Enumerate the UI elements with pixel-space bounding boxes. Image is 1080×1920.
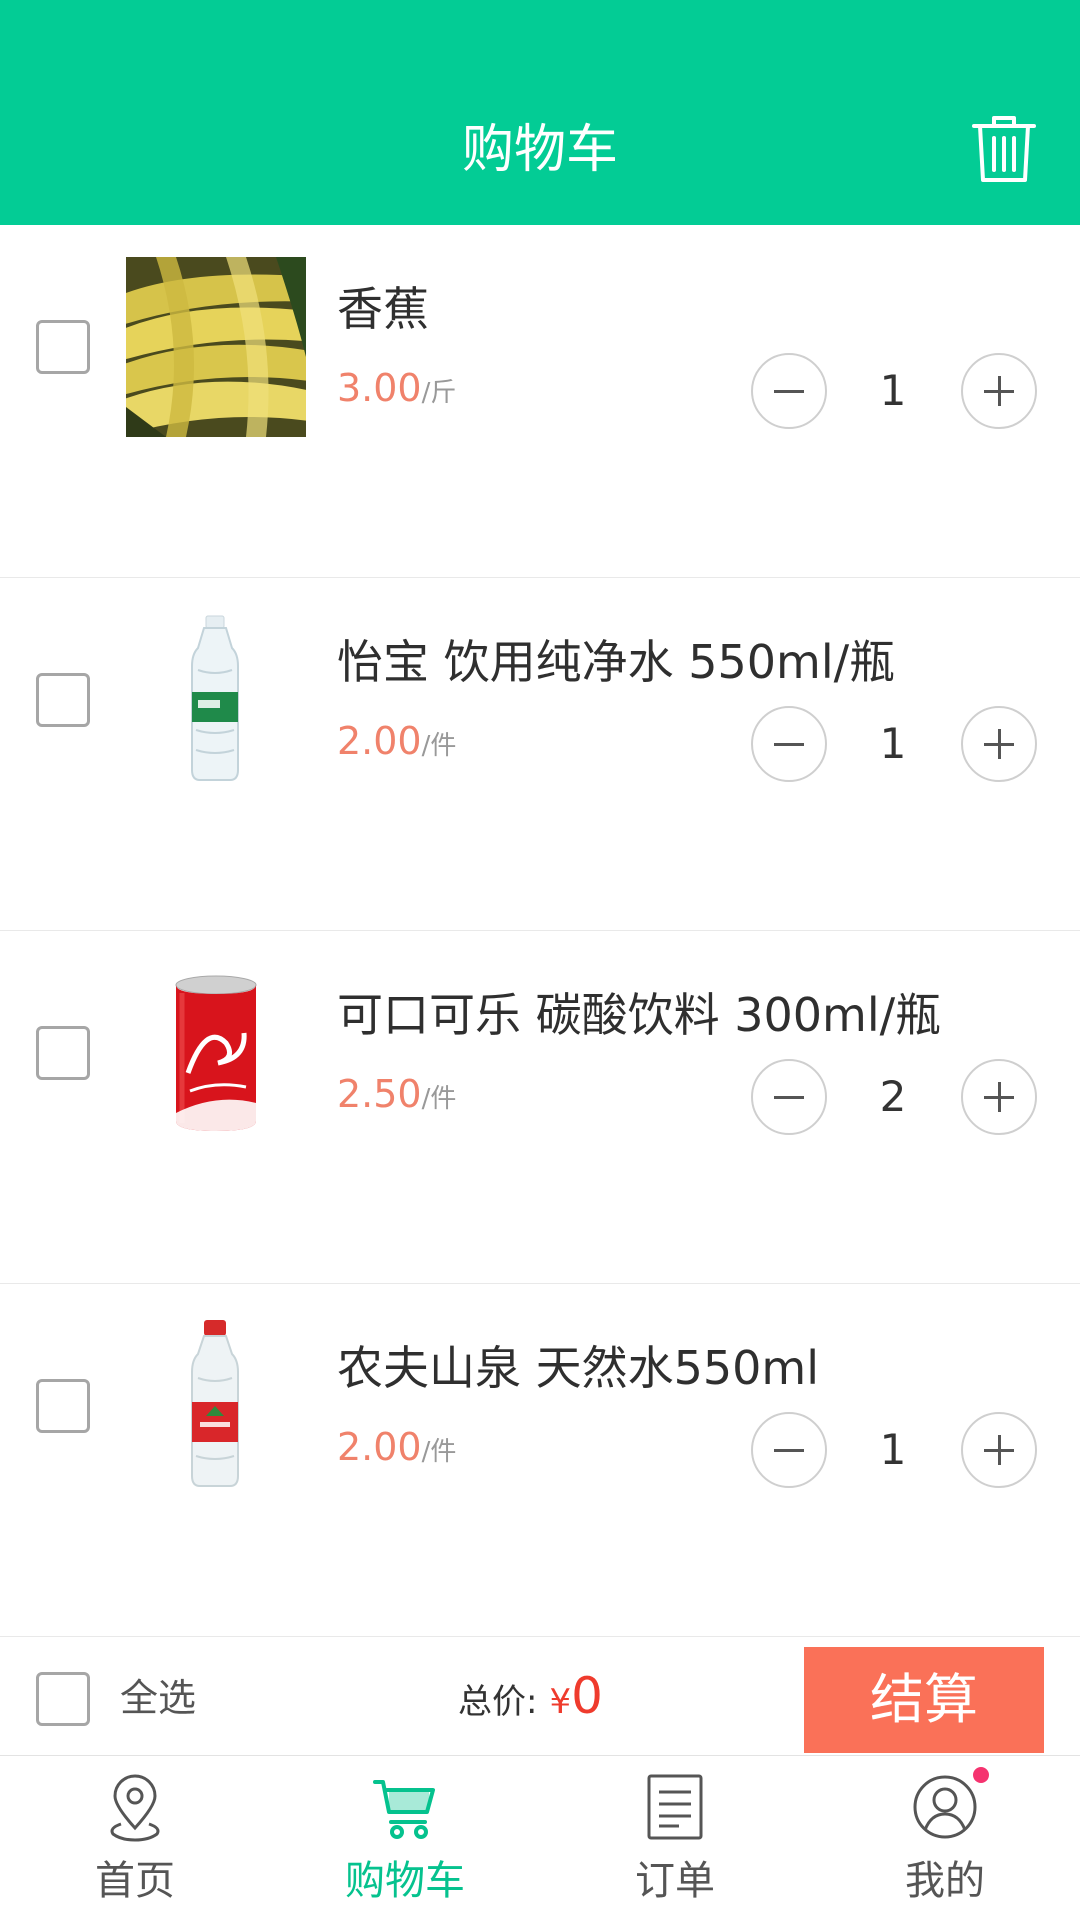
select-all-label[interactable]: 全选 (120, 1673, 196, 1723)
total-price: 总价: ¥0 (458, 1667, 603, 1725)
cart-screen: 购物车 香蕉 3.00/斤 1 怡宝 饮用纯净水 550ml/瓶 2.00/件 … (0, 0, 1080, 1920)
increase-quantity-button[interactable] (961, 1412, 1037, 1488)
price-row: 3.00/斤 (337, 363, 456, 421)
product-image-banana[interactable] (126, 257, 306, 437)
cart-icon (373, 1780, 435, 1839)
increase-quantity-button[interactable] (961, 353, 1037, 429)
delete-button[interactable] (970, 112, 1038, 184)
increase-quantity-button[interactable] (961, 706, 1037, 782)
tab-orders[interactable]: 订单 (540, 1756, 810, 1920)
product-name[interactable]: 可口可乐 碳酸饮料 300ml/瓶 (337, 985, 941, 1045)
tab-label: 购物车 (345, 1858, 465, 1904)
order-list-icon (647, 1774, 703, 1840)
cart-item: 怡宝 饮用纯净水 550ml/瓶 2.00/件 1 (0, 578, 1080, 931)
tab-label: 订单 (635, 1858, 715, 1904)
item-checkbox[interactable] (36, 673, 90, 727)
decrease-quantity-button[interactable] (751, 1412, 827, 1488)
product-name[interactable]: 农夫山泉 天然水550ml (337, 1338, 819, 1398)
tab-cart[interactable]: 购物车 (270, 1756, 540, 1920)
cart-item: 可口可乐 碳酸饮料 300ml/瓶 2.50/件 2 (0, 931, 1080, 1284)
quantity-value: 1 (879, 719, 907, 768)
tab-label: 首页 (95, 1858, 175, 1904)
price-row: 2.50/件 (337, 1069, 456, 1127)
select-all-checkbox[interactable] (36, 1672, 90, 1726)
item-checkbox[interactable] (36, 1026, 90, 1080)
decrease-quantity-button[interactable] (751, 706, 827, 782)
quantity-value: 1 (879, 1425, 907, 1474)
checkout-button[interactable]: 结算 (804, 1647, 1044, 1753)
price-row: 2.00/件 (337, 1422, 456, 1480)
quantity-value: 1 (879, 366, 907, 415)
tab-profile[interactable]: 我的 (810, 1756, 1080, 1920)
product-price: 3.00 (337, 366, 422, 410)
currency-symbol: ¥ (549, 1682, 572, 1722)
trash-icon (972, 116, 1036, 182)
tab-home[interactable]: 首页 (0, 1756, 270, 1920)
cart-item: 农夫山泉 天然水550ml 2.00/件 1 (0, 1284, 1080, 1637)
price-unit: /件 (421, 1084, 457, 1114)
product-price: 2.00 (337, 1425, 422, 1469)
quantity-value: 2 (879, 1072, 907, 1121)
page-title: 购物车 (461, 120, 618, 180)
product-image-water-bottle-red[interactable] (126, 1316, 306, 1496)
product-image-cola-can[interactable] (126, 963, 306, 1143)
checkout-bar: 全选 总价: ¥0 结算 (0, 1647, 1080, 1755)
header-bar: 购物车 (0, 0, 1080, 225)
location-pin-icon (110, 1774, 160, 1842)
cart-list: 香蕉 3.00/斤 1 怡宝 饮用纯净水 550ml/瓶 2.00/件 1 可口… (0, 225, 1080, 1637)
item-checkbox[interactable] (36, 1379, 90, 1433)
user-icon (913, 1775, 977, 1839)
tab-label: 我的 (905, 1858, 985, 1904)
product-price: 2.00 (337, 719, 422, 763)
product-price: 2.50 (337, 1072, 422, 1116)
product-image-water-bottle[interactable] (126, 610, 306, 790)
cart-item: 香蕉 3.00/斤 1 (0, 225, 1080, 578)
total-value: 0 (571, 1667, 603, 1725)
price-unit: /件 (421, 1437, 457, 1467)
increase-quantity-button[interactable] (961, 1059, 1037, 1135)
price-unit: /斤 (421, 378, 457, 408)
price-unit: /件 (421, 731, 457, 761)
total-label: 总价: (458, 1682, 538, 1722)
bottom-tab-bar: 首页 购物车 订单 我的 (0, 1755, 1080, 1920)
notification-badge (973, 1767, 989, 1783)
item-checkbox[interactable] (36, 320, 90, 374)
decrease-quantity-button[interactable] (751, 1059, 827, 1135)
price-row: 2.00/件 (337, 716, 456, 774)
decrease-quantity-button[interactable] (751, 353, 827, 429)
product-name[interactable]: 香蕉 (337, 279, 429, 339)
product-name[interactable]: 怡宝 饮用纯净水 550ml/瓶 (337, 632, 895, 692)
